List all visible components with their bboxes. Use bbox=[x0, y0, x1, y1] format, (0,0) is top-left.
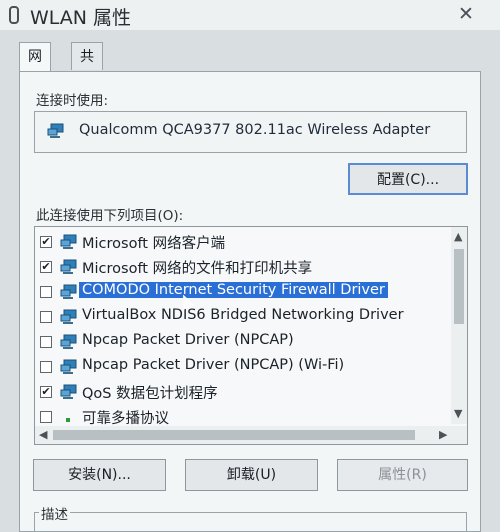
list-item[interactable]: VirtualBox NDIS6 Bridged Networking Driv… bbox=[35, 305, 449, 330]
scroll-left-icon[interactable]: ◀ bbox=[39, 428, 47, 441]
scroll-down-icon[interactable]: ▼ bbox=[454, 407, 462, 420]
list-item-label: Npcap Packet Driver (NPCAP) (Wi-Fi) bbox=[82, 357, 345, 373]
item-checkbox[interactable]: ✔ bbox=[40, 386, 52, 398]
connect-using-label: 连接时使用: bbox=[36, 93, 109, 109]
list-item[interactable]: ✔ QoS 数据包计划程序 bbox=[35, 380, 449, 405]
list-item[interactable]: ✔ Microsoft 网络客户端 bbox=[35, 230, 449, 255]
network-client-icon bbox=[60, 259, 77, 274]
items-label: 此连接使用下列项目(O): bbox=[36, 208, 184, 224]
components-list[interactable]: ✔ Microsoft 网络客户端 ✔ Microsoft 网络的文件和打印机共享 CO… bbox=[34, 226, 468, 445]
scroll-right-icon[interactable]: ▶ bbox=[439, 428, 447, 441]
uninstall-button[interactable]: 卸载(U) bbox=[185, 459, 318, 491]
vertical-scroll-thumb[interactable] bbox=[454, 249, 464, 324]
item-checkbox[interactable]: ✔ bbox=[40, 236, 52, 248]
network-client-icon bbox=[60, 309, 77, 324]
horizontal-scrollbar[interactable]: ◀ ▶ bbox=[35, 426, 467, 444]
item-checkbox[interactable] bbox=[40, 336, 52, 348]
tab-network[interactable]: 网络 bbox=[19, 42, 51, 93]
item-checkbox[interactable] bbox=[40, 411, 52, 423]
item-checkbox[interactable] bbox=[40, 286, 52, 298]
list-item-label: Microsoft 网络客户端 bbox=[82, 236, 226, 252]
list-item-label: COMODO Internet Security Firewall Driver bbox=[79, 282, 388, 298]
item-checkbox[interactable] bbox=[40, 311, 52, 323]
window-title: WLAN 属性 bbox=[30, 7, 132, 29]
list-item-label: 可靠多播协议 bbox=[82, 411, 169, 427]
description-group bbox=[34, 512, 467, 532]
adapter-field: Qualcomm QCA9377 802.11ac Wireless Adapt… bbox=[34, 111, 467, 153]
network-adapter-icon bbox=[47, 123, 64, 138]
scroll-up-icon[interactable]: ▲ bbox=[454, 230, 462, 243]
list-item[interactable]: COMODO Internet Security Firewall Driver bbox=[35, 280, 449, 305]
list-item[interactable]: Npcap Packet Driver (NPCAP) bbox=[35, 330, 449, 355]
install-button[interactable]: 安装(N)... bbox=[33, 459, 166, 491]
list-item[interactable]: ✔ Microsoft 网络的文件和打印机共享 bbox=[35, 255, 449, 280]
network-client-icon bbox=[60, 384, 77, 399]
close-icon[interactable]: ✕ bbox=[458, 3, 474, 25]
horizontal-scroll-thumb[interactable] bbox=[53, 430, 415, 440]
list-item-label: Microsoft 网络的文件和打印机共享 bbox=[82, 261, 313, 277]
wlan-window-icon bbox=[9, 6, 19, 24]
list-item[interactable]: Npcap Packet Driver (NPCAP) (Wi-Fi) bbox=[35, 355, 449, 380]
list-item-label: Npcap Packet Driver (NPCAP) bbox=[82, 332, 294, 348]
title-bar: WLAN 属性 ✕ bbox=[0, 0, 500, 30]
network-client-icon bbox=[60, 234, 77, 249]
network-client-icon bbox=[60, 334, 77, 349]
properties-button[interactable]: 属性(R) bbox=[337, 459, 468, 491]
item-checkbox[interactable]: ✔ bbox=[40, 261, 52, 273]
adapter-name: Qualcomm QCA9377 802.11ac Wireless Adapt… bbox=[79, 122, 431, 138]
configure-button[interactable]: 配置(C)... bbox=[348, 163, 468, 195]
vertical-scrollbar[interactable]: ▲ ▼ bbox=[451, 227, 467, 424]
list-item-label: QoS 数据包计划程序 bbox=[82, 386, 218, 402]
item-checkbox[interactable] bbox=[40, 361, 52, 373]
protocol-icon bbox=[66, 418, 70, 422]
description-label: 描述 bbox=[39, 503, 70, 523]
network-client-icon bbox=[60, 284, 77, 299]
tab-sharing[interactable]: 共享 bbox=[71, 42, 103, 93]
network-client-icon bbox=[60, 359, 77, 374]
list-item-label: VirtualBox NDIS6 Bridged Networking Driv… bbox=[82, 307, 404, 323]
